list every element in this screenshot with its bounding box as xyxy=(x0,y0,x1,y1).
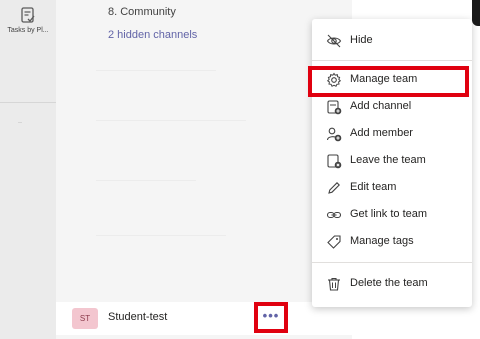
link-icon xyxy=(326,211,342,219)
teams-list: 8. Community 2 hidden channels ST Studen… xyxy=(56,0,352,339)
tasks-app-label: Tasks by Pl... xyxy=(7,27,49,34)
menu-item-manage-tags[interactable]: Manage tags xyxy=(312,229,472,255)
team-avatar: ST xyxy=(72,308,98,329)
tag-icon xyxy=(327,235,341,249)
more-options-icon: ••• xyxy=(262,308,280,323)
trash-icon xyxy=(328,277,340,291)
team-name: Student-test xyxy=(108,311,168,323)
menu-label-get-link: Get link to team xyxy=(350,208,428,220)
menu-label-edit-team: Edit team xyxy=(350,181,397,193)
menu-item-add-channel[interactable]: Add channel xyxy=(312,94,472,120)
pencil-icon xyxy=(328,182,340,194)
menu-item-leave-team[interactable]: Leave the team xyxy=(312,148,472,174)
hide-icon xyxy=(326,34,342,48)
manage-team-highlight xyxy=(308,66,469,97)
menu-item-delete-team[interactable]: Delete the team xyxy=(312,271,472,297)
hidden-channels-link[interactable]: 2 hidden channels xyxy=(108,29,197,41)
menu-label-hide: Hide xyxy=(350,34,373,46)
rail-divider xyxy=(0,102,56,103)
tasks-app-button[interactable]: Tasks by Pl... xyxy=(0,6,56,34)
more-options-button[interactable]: ••• xyxy=(254,302,288,333)
channel-community[interactable]: 8. Community xyxy=(108,6,176,18)
menu-divider xyxy=(312,262,472,263)
menu-label-add-channel: Add channel xyxy=(350,100,412,112)
menu-label-leave-team: Leave the team xyxy=(350,154,426,166)
team-row-student-test[interactable]: ST Student-test xyxy=(56,302,352,335)
tasks-icon xyxy=(21,7,35,23)
leave-team-icon xyxy=(327,154,342,169)
menu-item-edit-team[interactable]: Edit team xyxy=(312,175,472,201)
faded-row xyxy=(96,235,226,236)
faded-row xyxy=(96,120,246,121)
add-channel-icon xyxy=(327,100,342,115)
menu-label-add-member: Add member xyxy=(350,127,413,139)
faded-row xyxy=(96,70,216,71)
window-edge xyxy=(472,0,480,26)
team-context-menu: Hide Manage team Add channel Add member xyxy=(312,19,472,307)
add-member-icon xyxy=(326,127,342,142)
app-rail: Tasks by Pl... xyxy=(0,0,56,339)
faded-row xyxy=(96,180,196,181)
menu-label-delete-team: Delete the team xyxy=(350,277,428,289)
menu-label-manage-tags: Manage tags xyxy=(350,235,414,247)
menu-divider xyxy=(312,60,472,61)
menu-item-get-link[interactable]: Get link to team xyxy=(312,202,472,228)
menu-item-hide[interactable]: Hide xyxy=(312,28,472,54)
rail-mark xyxy=(18,122,22,123)
menu-item-add-member[interactable]: Add member xyxy=(312,121,472,147)
